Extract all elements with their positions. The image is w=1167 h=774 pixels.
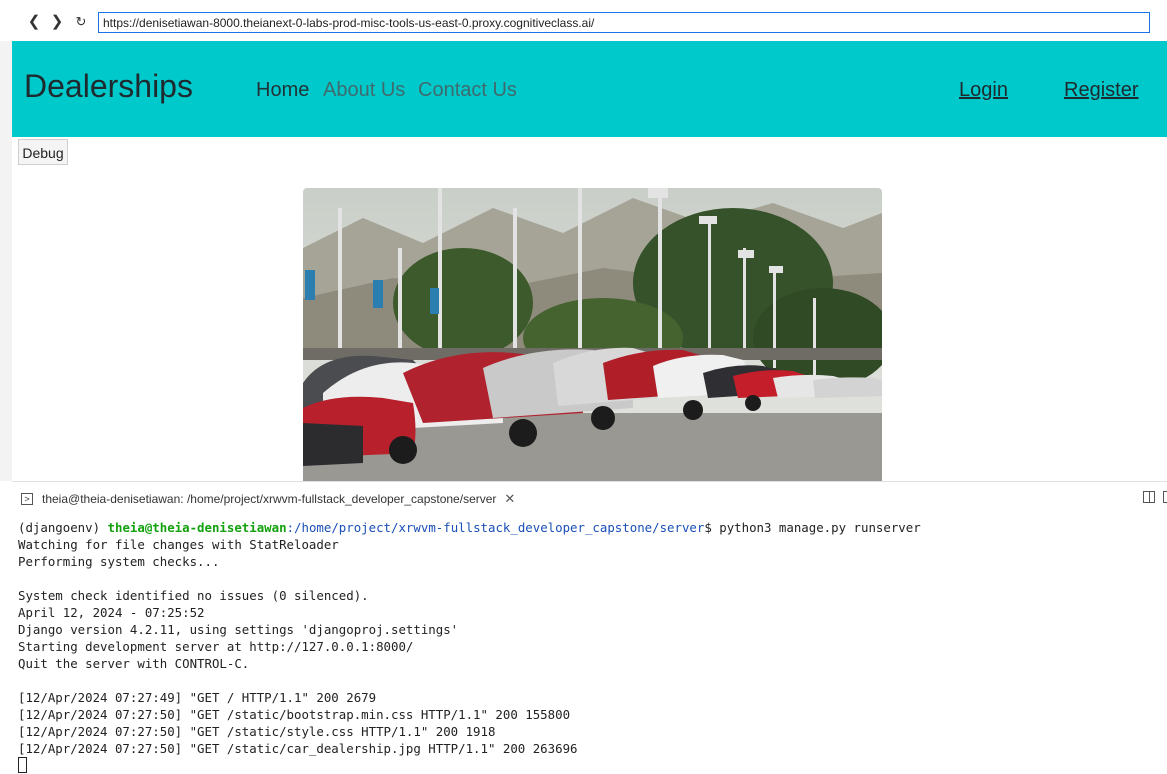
terminal-panel: > theia@theia-denisetiawan: /home/projec… (12, 481, 1167, 773)
reload-icon[interactable]: ↻ (72, 12, 90, 32)
split-panel-icon[interactable] (1143, 491, 1155, 503)
prompt-command: $ python3 manage.py runserver (704, 520, 921, 535)
browser-toolbar: ❮ ❯ ↻ (0, 0, 1167, 41)
nav-home-link[interactable]: Home (256, 79, 309, 102)
nav-about-link[interactable]: About Us (323, 79, 405, 102)
page-left-gutter (0, 41, 12, 481)
terminal-line: Django version 4.2.11, using settings 'd… (18, 622, 459, 637)
address-bar[interactable] (98, 12, 1150, 33)
site-navbar: Dealerships Home About Us Contact Us Log… (12, 41, 1167, 137)
forward-icon[interactable]: ❯ (48, 12, 66, 32)
close-icon[interactable]: ✕ (504, 491, 515, 507)
terminal-line: Starting development server at http://12… (18, 639, 414, 654)
debug-button[interactable]: Debug (18, 139, 68, 165)
terminal-line: Quit the server with CONTROL-C. (18, 656, 250, 671)
login-link[interactable]: Login (959, 79, 1008, 102)
nav-contact-link[interactable]: Contact Us (418, 79, 517, 102)
terminal-line: [12/Apr/2024 07:27:50] "GET /static/styl… (18, 724, 496, 739)
terminal-line: [12/Apr/2024 07:27:50] "GET /static/boot… (18, 707, 571, 722)
terminal-line: Watching for file changes with StatReloa… (18, 537, 339, 552)
dealership-hero-image (303, 188, 882, 481)
terminal-line: April 12, 2024 - 07:25:52 (18, 605, 205, 620)
terminal-line: [12/Apr/2024 07:27:49] "GET / HTTP/1.1" … (18, 690, 377, 705)
terminal-cursor (18, 757, 27, 773)
brand-title[interactable]: Dealerships (24, 68, 193, 105)
prompt-user: theia@theia-denisetiawan (107, 520, 287, 535)
terminal-output[interactable]: (djangoenv) theia@theia-denisetiawan:/ho… (18, 519, 921, 774)
prompt-path: :/home/project/xrwvm-fullstack_developer… (286, 520, 705, 535)
panel-menu-icon[interactable] (1163, 491, 1167, 503)
prompt-env: (djangoenv) (18, 520, 108, 535)
terminal-line: System check identified no issues (0 sil… (18, 588, 369, 603)
terminal-tab[interactable]: > theia@theia-denisetiawan: /home/projec… (12, 482, 515, 515)
register-link[interactable]: Register (1064, 79, 1138, 102)
terminal-line: [12/Apr/2024 07:27:50] "GET /static/car_… (18, 741, 578, 756)
terminal-line: Performing system checks... (18, 554, 220, 569)
terminal-icon: > (21, 492, 33, 505)
back-icon[interactable]: ❮ (25, 12, 43, 32)
terminal-tab-title: theia@theia-denisetiawan: /home/project/… (42, 491, 497, 506)
